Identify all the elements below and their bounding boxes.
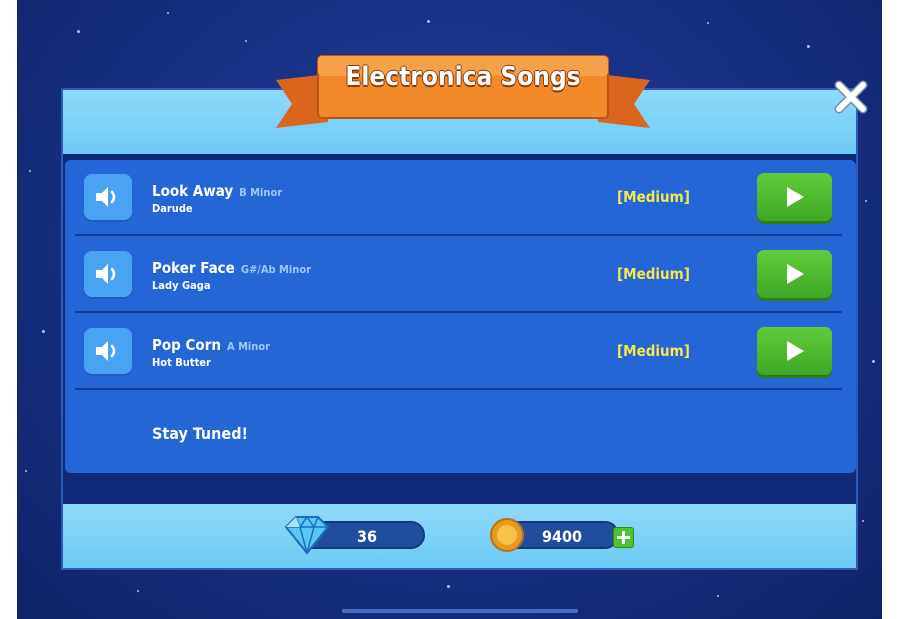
difficulty-label: [Medium] — [617, 265, 690, 283]
play-button[interactable] — [757, 250, 832, 298]
coin-icon — [490, 518, 524, 552]
buy-coins-button[interactable] — [613, 527, 634, 548]
game-background: Look Away B Minor Darude [Medium] Poker … — [17, 0, 882, 619]
song-name: Pop Corn — [152, 336, 221, 354]
speaker-icon — [96, 187, 116, 207]
star-decoration — [77, 30, 80, 33]
preview-button[interactable] — [84, 328, 132, 374]
star-decoration — [25, 470, 27, 472]
song-name: Poker Face — [152, 259, 235, 277]
star-decoration — [872, 360, 875, 363]
row-divider — [75, 311, 842, 313]
play-icon — [787, 264, 804, 284]
song-key: B Minor — [239, 186, 283, 199]
play-icon — [787, 187, 804, 207]
song-artist: Darude — [152, 202, 193, 215]
star-decoration — [447, 585, 450, 588]
song-list-dialog: Look Away B Minor Darude [Medium] Poker … — [61, 88, 858, 570]
play-button[interactable] — [757, 327, 832, 375]
star-decoration — [167, 12, 169, 14]
play-icon — [787, 341, 804, 361]
speaker-icon — [96, 341, 116, 361]
speaker-icon — [96, 264, 116, 284]
dialog-title: Electronica Songs — [345, 62, 581, 92]
title-banner: Electronica Songs — [268, 52, 658, 138]
song-row: Look Away B Minor Darude [Medium] — [65, 160, 856, 236]
difficulty-label: [Medium] — [617, 188, 690, 206]
gem-count: 36 — [357, 527, 378, 546]
song-title: Poker Face G#/Ab Minor — [152, 259, 311, 277]
currency-bar — [63, 504, 856, 568]
song-key: A Minor — [226, 340, 271, 353]
row-divider — [75, 388, 842, 390]
play-button[interactable] — [757, 173, 832, 221]
song-name: Look Away — [152, 182, 234, 200]
star-decoration — [29, 170, 31, 172]
song-list: Look Away B Minor Darude [Medium] Poker … — [65, 160, 856, 473]
star-decoration — [865, 200, 867, 202]
preview-button[interactable] — [84, 174, 132, 220]
star-decoration — [42, 330, 45, 333]
song-key: G#/Ab Minor — [240, 263, 312, 276]
stay-tuned-message: Stay Tuned! — [152, 424, 249, 443]
row-divider — [75, 234, 842, 236]
coin-count: 9400 — [542, 527, 583, 546]
song-title: Look Away B Minor — [152, 182, 282, 200]
star-decoration — [427, 20, 430, 23]
song-artist: Lady Gaga — [152, 279, 211, 292]
home-indicator[interactable] — [342, 609, 578, 613]
gem-icon — [284, 515, 330, 555]
star-decoration — [717, 595, 719, 597]
song-row: Poker Face G#/Ab Minor Lady Gaga [Medium] — [65, 237, 856, 313]
song-artist: Hot Butter — [152, 356, 211, 369]
song-row: Pop Corn A Minor Hot Butter [Medium] — [65, 314, 856, 390]
preview-button[interactable] — [84, 251, 132, 297]
star-decoration — [707, 22, 709, 24]
star-decoration — [862, 520, 864, 522]
star-decoration — [807, 45, 810, 48]
star-decoration — [137, 590, 139, 592]
difficulty-label: [Medium] — [617, 342, 690, 360]
star-decoration — [245, 40, 247, 42]
song-title: Pop Corn A Minor — [152, 336, 270, 354]
close-button[interactable] — [834, 80, 868, 114]
close-icon — [834, 80, 868, 114]
